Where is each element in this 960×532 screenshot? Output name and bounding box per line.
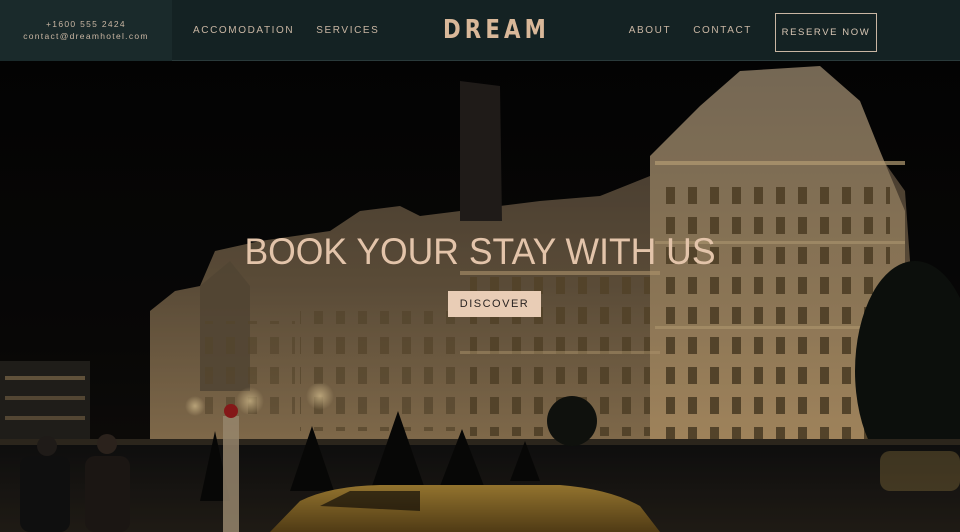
contact-info: +1600 555 2424 contact@dreamhotel.com: [0, 0, 172, 61]
nav-right: ABOUT CONTACT: [629, 0, 752, 61]
nav-link-services[interactable]: SERVICES: [316, 25, 379, 36]
email-address[interactable]: contact@dreamhotel.com: [23, 30, 149, 42]
hero-title: BOOK YOUR STAY WITH US: [244, 231, 716, 272]
nav-link-contact[interactable]: CONTACT: [693, 25, 752, 36]
nav-left: ACCOMODATION SERVICES: [193, 0, 379, 61]
nav-link-accomodation[interactable]: ACCOMODATION: [193, 25, 294, 36]
discover-button[interactable]: DISCOVER: [448, 291, 541, 317]
phone-number[interactable]: +1600 555 2424: [46, 18, 126, 30]
hero-section: BOOK YOUR STAY WITH US DISCOVER: [0, 61, 960, 532]
nav-link-about[interactable]: ABOUT: [629, 25, 671, 36]
top-navigation-bar: +1600 555 2424 contact@dreamhotel.com AC…: [0, 0, 960, 61]
brand-logo[interactable]: DREAM: [443, 15, 546, 45]
reserve-now-button[interactable]: RESERVE NOW: [775, 13, 877, 52]
